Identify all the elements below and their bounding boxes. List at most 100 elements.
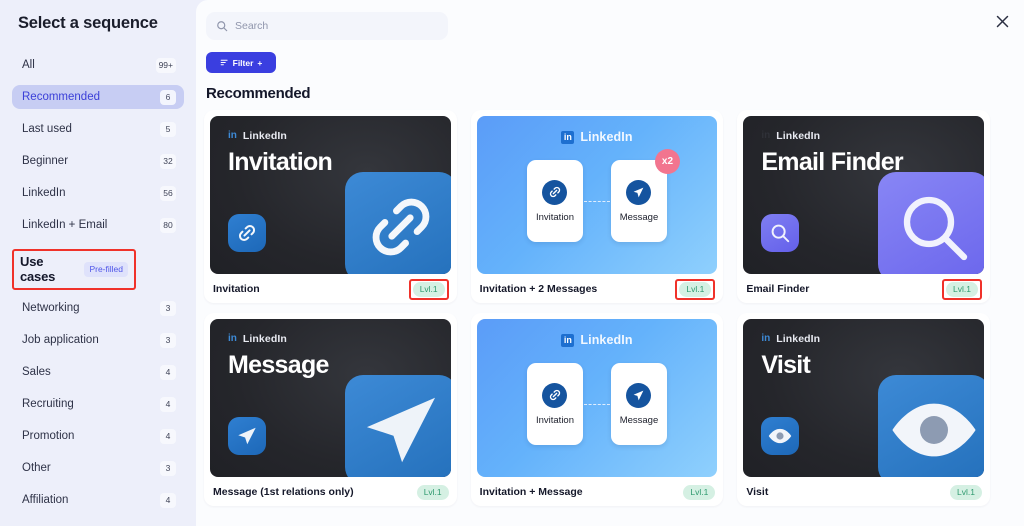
card-artwork: in LinkedIn Invitation: [210, 116, 451, 274]
sidebar-item-count: 6: [160, 89, 176, 105]
sequence-card-message[interactable]: in LinkedIn Message Message (1st relatio…: [204, 313, 457, 506]
sidebar-item-linkedin[interactable]: LinkedIn 56: [12, 181, 184, 205]
filter-plus-label: +: [257, 57, 263, 68]
brand-label: LinkedIn: [776, 333, 821, 345]
flow-node-label: Invitation: [535, 414, 574, 426]
flow-node-label: Invitation: [535, 211, 574, 223]
brand-label: LinkedIn: [776, 130, 821, 142]
card-footer: Visit Lvl.1: [743, 482, 984, 502]
card-name: Invitation + Message: [479, 486, 583, 498]
sidebar-item-label: Other: [22, 462, 51, 474]
sequence-flow: Invitation x2 Message: [477, 149, 718, 242]
filter-label: Filter: [232, 57, 254, 68]
status-badge: Lvl.1: [683, 484, 716, 500]
main-panel: Search Filter + Recommended in LinkedIn: [196, 0, 1024, 526]
search-input[interactable]: Search: [206, 12, 448, 40]
sidebar-item-label: LinkedIn: [22, 187, 66, 199]
sidebar-item-recruiting[interactable]: Recruiting 4: [12, 392, 184, 416]
close-icon: [996, 15, 1008, 27]
sidebar-item-count: 3: [160, 460, 176, 476]
filter-button[interactable]: Filter +: [206, 52, 276, 73]
link-icon-small: [228, 214, 266, 252]
sidebar-item-job-application[interactable]: Job application 3: [12, 328, 184, 352]
flow-node-invitation: Invitation: [526, 363, 583, 445]
sidebar-item-count: 3: [160, 300, 176, 316]
sidebar-item-count: 4: [160, 428, 176, 444]
flow-node-label: Message: [619, 211, 659, 223]
sidebar-item-recommended[interactable]: Recommended 6: [12, 85, 184, 109]
brand-row: in LinkedIn: [495, 333, 718, 347]
flow-node-message: Message: [610, 363, 667, 445]
sidebar-item-label: Recommended: [22, 91, 100, 103]
link-icon-large: [344, 172, 451, 274]
card-footer: Email Finder Lvl.1: [743, 278, 984, 300]
sidebar-item-affiliation[interactable]: Affiliation 4: [12, 488, 184, 512]
sidebar-item-beginner[interactable]: Beginner 32: [12, 149, 184, 173]
sidebar-item-count: 4: [160, 396, 176, 412]
sidebar-item-last-used[interactable]: Last used 5: [12, 117, 184, 141]
brand-label: LinkedIn: [580, 130, 633, 144]
sidebar-item-label: Job application: [22, 334, 99, 346]
status-badge: Lvl.1: [679, 281, 712, 297]
sidebar-item-label: Promotion: [22, 430, 75, 442]
card-name: Invitation: [213, 283, 260, 295]
sidebar-item-promotion[interactable]: Promotion 4: [12, 424, 184, 448]
status-badge: Lvl.1: [416, 484, 449, 500]
brand-label: LinkedIn: [580, 333, 633, 347]
sequence-card-email-finder[interactable]: in LinkedIn Email Finder Email Finder Lv…: [737, 110, 990, 303]
sidebar-item-count: 80: [160, 217, 176, 233]
sidebar-item-all[interactable]: All 99+: [12, 53, 184, 77]
sidebar-item-count: 4: [160, 492, 176, 508]
sidebar-item-label: Last used: [22, 123, 72, 135]
send-icon: [626, 382, 652, 408]
brand-label: LinkedIn: [242, 130, 287, 142]
sequence-card-visit[interactable]: in LinkedIn Visit Visit Lvl.1: [737, 313, 990, 506]
sidebar-filter-list: All 99+ Recommended 6 Last used 5 Beginn…: [0, 53, 196, 237]
filter-lines-icon: [220, 59, 228, 66]
search-placeholder: Search: [235, 20, 269, 32]
status-badge: Lvl.1: [950, 484, 982, 500]
flow-node-message: x2 Message: [610, 149, 680, 242]
sequence-card-grid: in LinkedIn Invitation Invitation Lvl.1 …: [204, 110, 1008, 506]
card-artwork: in LinkedIn Email Finder: [743, 116, 984, 274]
sequence-card-invitation[interactable]: in LinkedIn Invitation Invitation Lvl.1: [204, 110, 457, 303]
linkedin-icon: in: [228, 130, 237, 141]
send-icon-small: [228, 417, 266, 455]
section-heading: Recommended: [206, 85, 311, 102]
search-icon: [217, 21, 228, 32]
link-icon: [542, 179, 568, 205]
eye-icon-large: [878, 375, 984, 477]
close-button[interactable]: [990, 9, 1014, 33]
sidebar-use-case-list: Networking 3 Job application 3 Sales 4 R…: [0, 296, 196, 512]
sequence-card-invitation-message[interactable]: in LinkedIn Invitation Message Invitatio…: [470, 313, 724, 506]
sidebar-item-sales[interactable]: Sales 4: [12, 360, 184, 384]
sidebar-item-networking[interactable]: Networking 3: [12, 296, 184, 320]
sidebar-item-count: 56: [160, 185, 176, 201]
card-name: Invitation + 2 Messages: [479, 283, 598, 295]
card-artwork: in LinkedIn Visit: [743, 319, 984, 477]
card-footer: Invitation Lvl.1: [210, 278, 451, 300]
toolbar: Search: [204, 12, 1008, 40]
level-badge-highlight: Lvl.1: [408, 278, 449, 300]
flow-connector: [583, 201, 610, 202]
sidebar-item-count: 32: [160, 153, 176, 169]
use-cases-title: Use cases: [20, 254, 56, 284]
card-artwork: in LinkedIn: [476, 116, 718, 274]
card-artwork: in LinkedIn Message: [210, 319, 451, 477]
sidebar: Select a sequence All 99+ Recommended 6 …: [0, 0, 196, 526]
sidebar-item-other[interactable]: Other 3: [12, 456, 184, 480]
page-title: Select a sequence: [18, 14, 158, 32]
multiplier-badge: x2: [654, 149, 680, 174]
card-footer: Invitation + Message Lvl.1: [477, 482, 718, 502]
sidebar-item-label: LinkedIn + Email: [22, 219, 108, 231]
eye-icon-small: [761, 417, 800, 455]
sidebar-item-count: 99+: [155, 57, 176, 73]
brand-row: in LinkedIn: [761, 333, 984, 345]
link-icon: [542, 382, 568, 408]
card-footer: Invitation + 2 Messages Lvl.1: [477, 278, 718, 300]
sidebar-item-linkedin-email[interactable]: LinkedIn + Email 80: [12, 213, 184, 237]
sequence-card-invitation-2-messages[interactable]: in LinkedIn Invitation x2 Message Invita…: [470, 110, 724, 303]
sidebar-item-label: Sales: [22, 366, 51, 378]
level-badge-wrap: Lvl.1: [950, 484, 982, 500]
sidebar-item-count: 3: [160, 332, 176, 348]
